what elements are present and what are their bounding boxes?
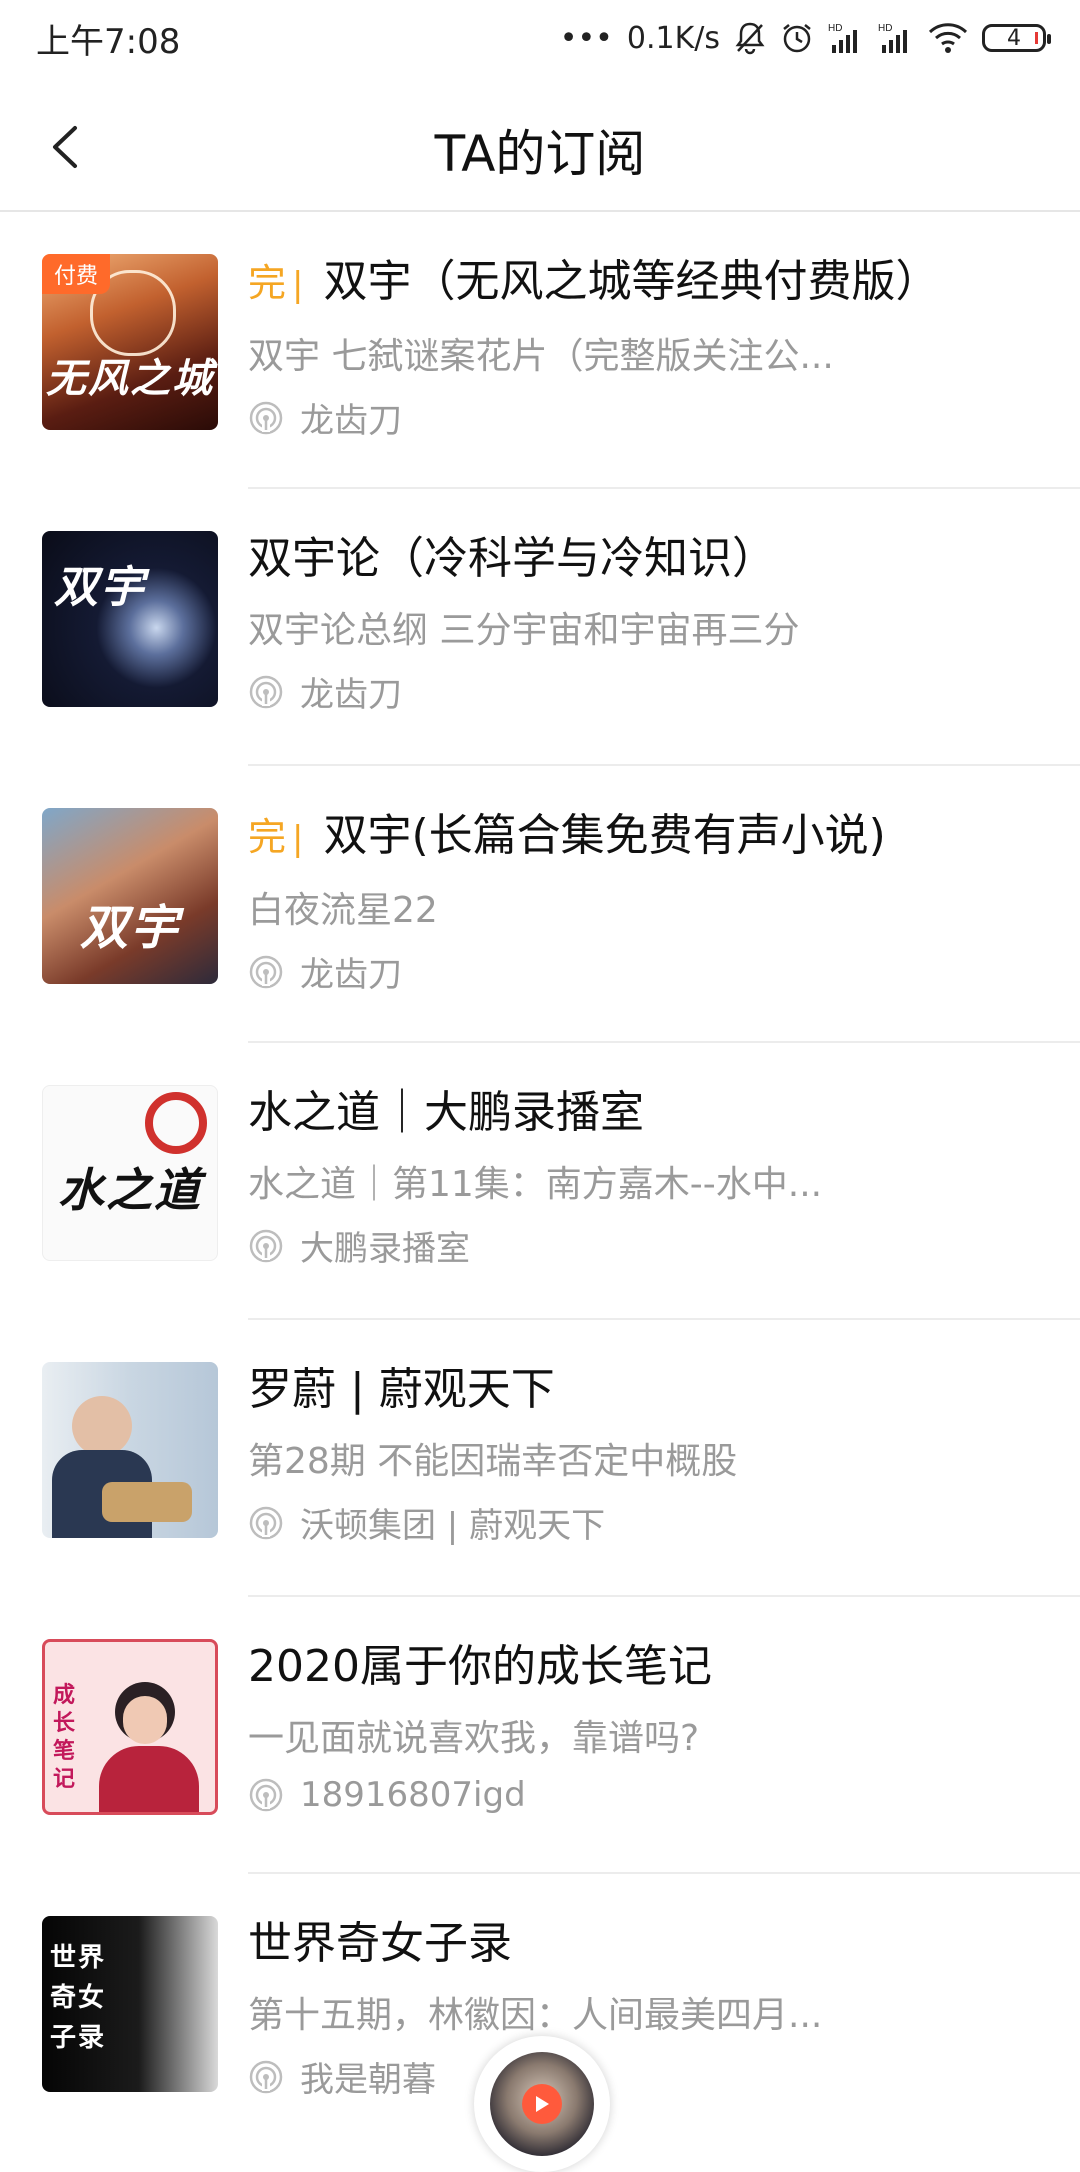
person-body-shape — [99, 1746, 199, 1812]
item-author: 大鹏录播室 — [248, 1221, 960, 1270]
mute-bell-icon — [734, 21, 766, 55]
player-cover — [490, 2052, 594, 2156]
album-cover — [42, 1362, 218, 1538]
cover-title: 双宇 — [79, 900, 180, 956]
album-cover: 双宇 — [42, 531, 218, 707]
item-author: 沃顿集团 | 蔚观天下 — [248, 1498, 960, 1547]
podcast-icon — [249, 1778, 283, 1812]
signal-hd-1-icon: HD — [828, 21, 864, 55]
alarm-icon — [780, 21, 814, 55]
page-title: TA的订阅 — [434, 125, 646, 183]
album-cover: 成长笔记 — [42, 1639, 218, 1815]
list-item[interactable]: 付费 无风之城 完 | 双宇（无风之城等经典付费版） 双宇 七弑谜案花片（完整版关注… — [0, 212, 1080, 489]
item-title-text: 双宇（无风之城等经典付费版） — [323, 256, 940, 307]
list-item[interactable]: 水之道 水之道｜大鹏录播室 水之道｜第11集：南方嘉木--水中... 大鹏录播室 — [0, 1043, 1080, 1320]
svg-text:HD: HD — [828, 23, 842, 34]
item-subtitle: 白夜流星22 — [248, 890, 438, 931]
battery-level: 4 — [1007, 25, 1021, 51]
list-item[interactable]: 双宇 双宇论（冷科学与冷知识） 双宇论总纲 三分宇宙和宇宙再三分 龙齿刀 — [0, 489, 1080, 766]
author-name: 沃顿集团 | 蔚观天下 — [300, 1506, 606, 1546]
item-title: 双宇论（冷科学与冷知识） — [248, 533, 776, 584]
person-face-shape — [123, 1696, 167, 1744]
headphones-shape — [145, 1092, 207, 1154]
item-subtitle: 水之道｜第11集：南方嘉木--水中... — [248, 1164, 823, 1205]
list-item[interactable]: 双宇 完 | 双宇(长篇合集免费有声小说) 白夜流星22 龙齿刀 — [0, 766, 1080, 1043]
podcast-icon — [249, 955, 283, 988]
author-name: 龙齿刀 — [300, 675, 402, 715]
svg-text:HD: HD — [878, 23, 892, 34]
podcast-icon — [249, 1506, 283, 1539]
item-title: 完 | 双宇(长篇合集免费有声小说) — [248, 808, 960, 867]
podcast-icon — [249, 675, 283, 708]
podcast-icon — [249, 2060, 283, 2093]
author-name: 18916807igd — [300, 1775, 526, 1815]
battery-icon: 4 — [982, 24, 1051, 52]
item-subtitle: 双宇 七弑谜案花片（完整版关注公... — [248, 336, 834, 377]
item-subtitle: 第十五期，林徽因：人间最美四月... — [248, 1995, 823, 2036]
cover-title: 世界奇女子录 — [50, 1943, 107, 2053]
item-title: 世界奇女子录 — [248, 1918, 512, 1969]
item-title: 罗蔚 | 蔚观天下 — [248, 1364, 555, 1415]
status-bar: 上午7:08 ••• 0.1K/s HD HD 4 — [0, 0, 1080, 76]
item-title: 2020属于你的成长笔记 — [248, 1641, 712, 1692]
item-author: 龙齿刀 — [248, 667, 960, 716]
item-author: 18916807igd — [248, 1775, 960, 1815]
author-name: 我是朝暮 — [300, 2060, 436, 2100]
item-subtitle: 第28期 不能因瑞幸否定中概股 — [248, 1441, 738, 1482]
podcast-icon — [249, 1229, 283, 1262]
item-subtitle: 双宇论总纲 三分宇宙和宇宙再三分 — [248, 610, 800, 651]
header: TA的订阅 — [0, 76, 1080, 212]
network-speed: 0.1K/s — [626, 20, 720, 56]
subscription-list: 付费 无风之城 完 | 双宇（无风之城等经典付费版） 双宇 七弑谜案花片（完整版关注… — [0, 212, 1080, 2151]
done-separator: | — [292, 819, 304, 859]
paid-badge: 付费 — [42, 254, 111, 294]
person-head-shape — [72, 1396, 132, 1456]
item-subtitle: 一见面就说喜欢我，靠谱吗? — [248, 1718, 700, 1759]
album-cover: 世界奇女子录 — [42, 1916, 218, 2092]
done-separator: | — [292, 265, 304, 305]
status-icons: ••• 0.1K/s HD HD 4 — [559, 14, 1051, 62]
cover-title: 双宇 — [54, 562, 146, 613]
item-title: 水之道｜大鹏录播室 — [248, 1087, 644, 1138]
cover-title: 成长笔记 — [53, 1683, 78, 1792]
status-time: 上午7:08 — [36, 22, 181, 62]
item-title: 完 | 双宇（无风之城等经典付费版） — [248, 254, 960, 313]
cover-title: 水之道 — [58, 1163, 202, 1217]
signal-hd-2-icon: HD — [878, 21, 914, 55]
album-cover: 水之道 — [42, 1085, 218, 1261]
wifi-icon — [928, 22, 968, 54]
person-legs-shape — [102, 1482, 192, 1522]
list-item[interactable]: 罗蔚 | 蔚观天下 第28期 不能因瑞幸否定中概股 沃顿集团 | 蔚观天下 — [0, 1320, 1080, 1597]
item-title-text: 双宇(长篇合集免费有声小说) — [323, 810, 886, 861]
more-dots-icon: ••• — [559, 20, 613, 56]
author-name: 龙齿刀 — [300, 401, 402, 441]
cover-title: 无风之城 — [46, 356, 214, 402]
done-tag: 完 — [248, 261, 287, 305]
list-item[interactable]: 成长笔记 2020属于你的成长笔记 一见面就说喜欢我，靠谱吗? 18916807… — [0, 1597, 1080, 1874]
item-author: 龙齿刀 — [248, 393, 960, 442]
author-name: 大鹏录播室 — [300, 1229, 470, 1269]
mini-player-button[interactable] — [474, 2036, 610, 2172]
album-cover: 付费 无风之城 — [42, 254, 218, 430]
author-name: 龙齿刀 — [300, 955, 402, 995]
done-tag: 完 — [248, 815, 287, 859]
album-cover: 双宇 — [42, 808, 218, 984]
play-icon — [522, 2084, 562, 2124]
podcast-icon — [249, 401, 283, 434]
item-author: 龙齿刀 — [248, 947, 960, 996]
